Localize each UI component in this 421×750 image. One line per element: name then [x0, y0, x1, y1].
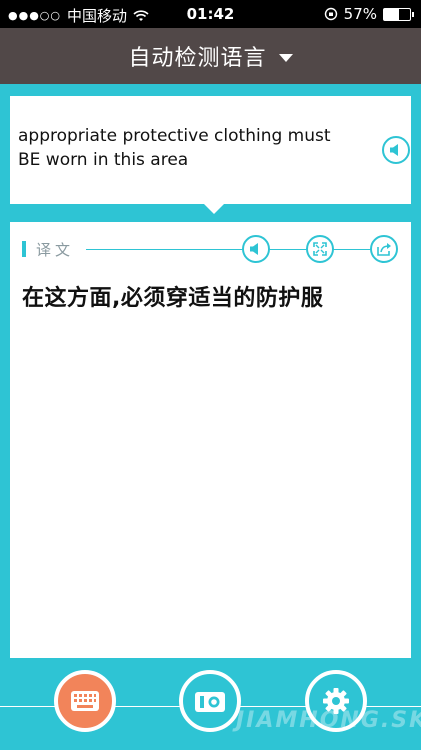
camera-button[interactable]: [179, 670, 241, 732]
translation-speaker-button[interactable]: [242, 235, 270, 263]
share-button[interactable]: [370, 235, 398, 263]
dropdown-caret-icon[interactable]: [278, 53, 293, 62]
status-bar: ●●●○○ 中国移动 01:42 57%: [0, 0, 421, 28]
keyboard-icon: [71, 691, 99, 711]
speaker-icon: [390, 144, 398, 156]
camera-icon: [195, 692, 225, 712]
speaker-icon: [250, 243, 258, 255]
keyboard-button[interactable]: [54, 670, 116, 732]
source-speaker-button[interactable]: [382, 136, 410, 164]
translation-label: 译文: [36, 241, 75, 259]
language-header: 自动检测语言: [0, 28, 421, 84]
battery-percentage: 57%: [343, 5, 377, 23]
status-right: 57%: [324, 5, 414, 23]
share-icon: [377, 243, 391, 256]
battery-icon: [383, 7, 414, 21]
toolbar-line: [86, 249, 396, 250]
translation-card: 译文 在这方面,必须穿适当的防护服: [10, 222, 411, 658]
fullscreen-button[interactable]: [306, 235, 334, 263]
source-text[interactable]: appropriate protective clothing must BE …: [18, 124, 358, 172]
rotation-lock-icon: [324, 7, 337, 21]
translation-text[interactable]: 在这方面,必须穿适当的防护服: [22, 280, 323, 312]
source-text-card[interactable]: appropriate protective clothing must BE …: [10, 96, 411, 214]
battery-level: [384, 8, 399, 20]
watermark: JIAMHONG.SKY: [236, 708, 421, 733]
expand-icon: [313, 242, 327, 256]
page-title[interactable]: 自动检测语言: [128, 40, 266, 72]
label-marker: [22, 241, 26, 257]
